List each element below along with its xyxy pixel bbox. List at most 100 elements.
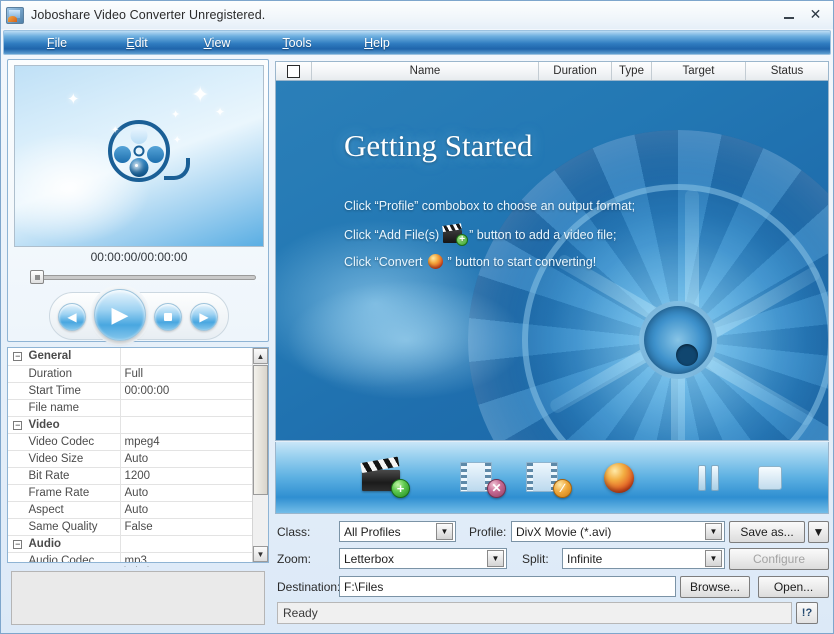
property-value[interactable]: Full bbox=[120, 365, 252, 382]
instruction-text: ” button to add a video file; bbox=[469, 228, 616, 242]
chevron-down-icon[interactable]: ▼ bbox=[487, 550, 504, 567]
menu-view[interactable]: View bbox=[184, 34, 250, 52]
split-value: Infinite bbox=[563, 552, 705, 566]
chevron-down-icon[interactable]: ▼ bbox=[705, 523, 722, 540]
spacer-cell bbox=[8, 552, 24, 563]
seek-thumb[interactable] bbox=[30, 270, 44, 284]
table-row[interactable]: Video Codec mpeg4 bbox=[8, 433, 252, 450]
property-value[interactable]: 00:00:00 bbox=[120, 382, 252, 399]
save-as-button[interactable]: Save as... bbox=[729, 521, 805, 543]
chevron-down-icon[interactable]: ▼ bbox=[436, 523, 453, 540]
class-combobox[interactable]: All Profiles ▼ bbox=[339, 521, 456, 542]
column-header-name[interactable]: Name bbox=[312, 62, 539, 80]
next-button[interactable]: ▶ bbox=[190, 303, 218, 331]
seek-track[interactable] bbox=[34, 275, 256, 280]
zoom-label: Zoom: bbox=[277, 548, 311, 570]
property-value[interactable]: Auto bbox=[120, 450, 252, 467]
splitter-handle[interactable]: · · · bbox=[7, 564, 269, 571]
pause-button[interactable] bbox=[694, 457, 730, 499]
property-name: Frame Rate bbox=[24, 484, 120, 501]
collapse-icon[interactable]: − bbox=[13, 352, 22, 361]
table-row[interactable]: Start Time 00:00:00 bbox=[8, 382, 252, 399]
window-title: Joboshare Video Converter Unregistered. bbox=[31, 8, 265, 22]
group-value bbox=[120, 535, 252, 552]
column-header-target[interactable]: Target bbox=[652, 62, 746, 80]
sparkle-icon: ✦ bbox=[111, 126, 119, 136]
table-row[interactable]: − General bbox=[8, 348, 252, 365]
clear-list-button[interactable]: ∕ bbox=[522, 457, 572, 499]
menu-tools[interactable]: Tools bbox=[264, 34, 330, 52]
file-list-header: Name Duration Type Target Status bbox=[275, 61, 829, 81]
expander-cell[interactable]: − bbox=[8, 535, 24, 552]
time-display: 00:00:00/00:00:00 bbox=[8, 250, 270, 264]
property-value[interactable]: Auto bbox=[120, 501, 252, 518]
scrollbar-thumb[interactable] bbox=[253, 365, 268, 495]
column-header-type[interactable]: Type bbox=[612, 62, 652, 80]
menu-edit[interactable]: Edit bbox=[104, 34, 170, 52]
collapse-icon[interactable]: − bbox=[13, 421, 22, 430]
column-header-duration[interactable]: Duration bbox=[539, 62, 612, 80]
collapse-icon[interactable]: − bbox=[13, 540, 22, 549]
close-button[interactable]: ✕ bbox=[802, 4, 829, 24]
help-button[interactable]: !? bbox=[796, 602, 818, 624]
column-header-status[interactable]: Status bbox=[746, 62, 828, 80]
table-row[interactable]: Duration Full bbox=[8, 365, 252, 382]
title-bar: Joboshare Video Converter Unregistered. … bbox=[1, 1, 833, 29]
save-as-dropdown-button[interactable]: ▼ bbox=[808, 521, 829, 543]
expander-cell[interactable]: − bbox=[8, 348, 24, 365]
previous-button[interactable]: ◀ bbox=[58, 303, 86, 331]
zoom-combobox[interactable]: Letterbox ▼ bbox=[339, 548, 507, 569]
play-button[interactable]: ▶ bbox=[94, 289, 146, 341]
remove-file-button[interactable]: ✕ bbox=[456, 457, 506, 499]
table-row[interactable]: Frame Rate Auto bbox=[8, 484, 252, 501]
expander-cell[interactable]: − bbox=[8, 416, 24, 433]
property-value[interactable]: 1200 bbox=[120, 467, 252, 484]
properties-scrollbar[interactable]: ▲ ▼ bbox=[252, 348, 268, 562]
instruction-line-1: Click “Profile” combobox to choose an ou… bbox=[344, 199, 635, 213]
browse-button[interactable]: Browse... bbox=[680, 576, 750, 598]
plus-badge-icon: + bbox=[391, 479, 410, 498]
property-value[interactable]: mpeg4 bbox=[120, 433, 252, 450]
video-preview[interactable]: ✦ ✦ ✦ ✦ ✦ ✦ bbox=[14, 65, 264, 247]
select-all-checkbox[interactable] bbox=[287, 65, 300, 78]
settings-row-2: Zoom: Letterbox ▼ Split: Infinite ▼ Conf… bbox=[277, 548, 829, 570]
spacer-cell bbox=[8, 501, 24, 518]
plus-badge-icon: + bbox=[456, 234, 468, 246]
table-row[interactable]: Aspect Auto bbox=[8, 501, 252, 518]
column-header-select-all[interactable] bbox=[276, 62, 312, 80]
table-row[interactable]: − Video bbox=[8, 416, 252, 433]
destination-input[interactable]: F:\Files bbox=[339, 576, 676, 597]
property-name: File name bbox=[24, 399, 120, 416]
table-row[interactable]: Bit Rate 1200 bbox=[8, 467, 252, 484]
class-label: Class: bbox=[277, 521, 310, 543]
property-value[interactable]: False bbox=[120, 518, 252, 535]
scroll-down-icon[interactable]: ▼ bbox=[253, 546, 268, 562]
table-row[interactable]: Same Quality False bbox=[8, 518, 252, 535]
menu-file[interactable]: File bbox=[24, 34, 90, 52]
table-row[interactable]: File name bbox=[8, 399, 252, 416]
group-label: General bbox=[24, 348, 120, 365]
split-combobox[interactable]: Infinite ▼ bbox=[562, 548, 725, 569]
chevron-down-icon[interactable]: ▼ bbox=[705, 550, 722, 567]
settings-row-1: Class: All Profiles ▼ Profile: DivX Movi… bbox=[277, 521, 829, 543]
spacer-cell bbox=[8, 382, 24, 399]
group-label: Audio bbox=[24, 535, 120, 552]
seek-slider[interactable] bbox=[22, 270, 258, 284]
scroll-up-icon[interactable]: ▲ bbox=[253, 348, 268, 364]
property-value[interactable]: Auto bbox=[120, 484, 252, 501]
add-file-button[interactable]: + bbox=[360, 457, 410, 499]
table-row[interactable]: − Audio bbox=[8, 535, 252, 552]
property-value[interactable] bbox=[120, 399, 252, 416]
instruction-text: Click “Convert bbox=[344, 255, 423, 269]
profile-combobox[interactable]: DivX Movie (*.avi) ▼ bbox=[511, 521, 725, 542]
menu-help[interactable]: Help bbox=[344, 34, 410, 52]
minimize-button[interactable] bbox=[775, 4, 802, 24]
stop-button[interactable] bbox=[154, 303, 182, 331]
open-button[interactable]: Open... bbox=[758, 576, 829, 598]
app-icon bbox=[6, 7, 24, 24]
spacer-cell bbox=[8, 518, 24, 535]
stop-button[interactable] bbox=[754, 457, 790, 499]
convert-button[interactable] bbox=[602, 457, 642, 499]
configure-button[interactable]: Configure bbox=[729, 548, 829, 570]
table-row[interactable]: Video Size Auto bbox=[8, 450, 252, 467]
